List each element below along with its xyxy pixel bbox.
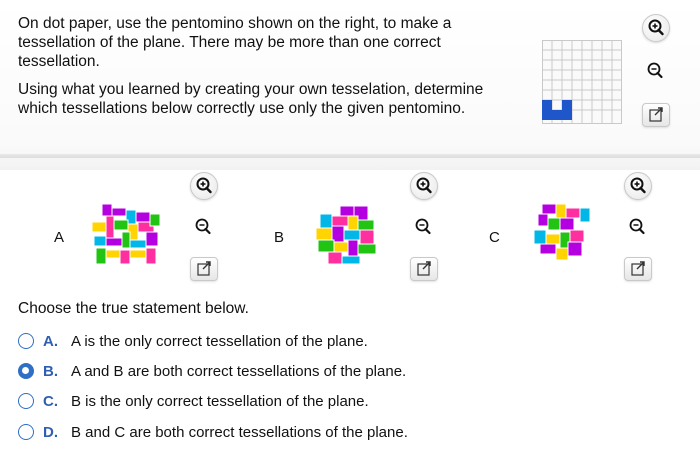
section-divider [0, 154, 700, 158]
option-a-letter: A. [43, 332, 58, 350]
zoom-out-button[interactable] [642, 58, 668, 84]
tessellation-a-expand-button[interactable] [190, 257, 218, 281]
option-d-text: B and C are both correct tessellations o… [71, 423, 408, 441]
zoom-in-icon [196, 177, 212, 194]
tessellation-b-zoom-out-button[interactable] [410, 214, 436, 240]
expand-button[interactable] [642, 103, 670, 127]
option-c-letter: C. [43, 392, 58, 410]
option-d-letter: D. [43, 423, 58, 441]
tessellation-c-zoom-in-button[interactable] [624, 172, 652, 200]
option-c[interactable]: C. B is the only correct tessellation of… [18, 390, 369, 412]
question-prompt: Choose the true statement below. [18, 300, 249, 317]
option-a-text: A is the only correct tessellation of th… [71, 332, 368, 350]
zoom-in-icon [648, 19, 664, 36]
tessellation-label-c: C [489, 229, 500, 246]
external-link-icon [631, 261, 645, 276]
tessellation-c-zoom-out-button[interactable] [624, 214, 650, 240]
tessellation-label-a: A [54, 229, 65, 246]
option-a[interactable]: A. A is the only correct tessellation of… [18, 330, 368, 352]
tessellation-b-image [315, 205, 377, 265]
option-c-text: B is the only correct tessellation of th… [71, 392, 369, 410]
instruction-paragraph-1: On dot paper, use the pentomino shown on… [18, 15, 452, 70]
zoom-out-icon [647, 62, 663, 79]
external-link-icon [417, 261, 431, 276]
tessellation-a-image [91, 203, 161, 265]
option-b-radio[interactable] [18, 363, 34, 379]
tessellation-a-zoom-in-button[interactable] [190, 172, 218, 200]
tessellation-b-zoom-in-button[interactable] [410, 172, 438, 200]
option-b[interactable]: B. A and B are both correct tessellation… [18, 360, 406, 382]
option-b-letter: B. [43, 362, 58, 380]
option-d-radio[interactable] [18, 424, 34, 440]
tessellation-b-expand-button[interactable] [410, 257, 438, 281]
zoom-in-button[interactable] [642, 14, 670, 42]
instructions: On dot paper, use the pentomino shown on… [18, 14, 508, 127]
external-link-icon [197, 261, 211, 276]
instruction-paragraph-2: Using what you learned by creating your … [18, 81, 484, 117]
option-c-radio[interactable] [18, 393, 34, 409]
tessellation-c-expand-button[interactable] [624, 257, 652, 281]
zoom-out-icon [629, 218, 645, 235]
zoom-out-icon [415, 218, 431, 235]
option-a-radio[interactable] [18, 333, 34, 349]
tessellation-c-image [533, 203, 591, 261]
option-b-text: A and B are both correct tessellations o… [71, 362, 407, 380]
zoom-in-icon [416, 177, 432, 194]
option-d[interactable]: D. B and C are both correct tessellation… [18, 421, 408, 443]
tessellation-label-b: B [274, 229, 285, 246]
zoom-out-icon [195, 218, 211, 235]
zoom-in-icon [630, 177, 646, 194]
pentomino-figure [542, 40, 622, 124]
external-link-icon [649, 107, 663, 122]
tessellation-a-zoom-out-button[interactable] [190, 214, 216, 240]
